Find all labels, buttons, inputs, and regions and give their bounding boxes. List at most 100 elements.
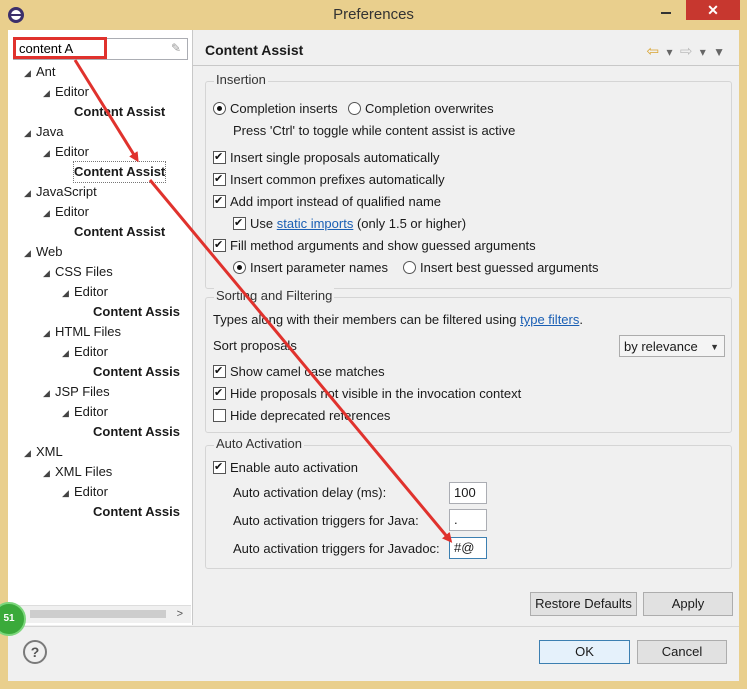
radio-selected-icon xyxy=(233,261,246,274)
scroll-right-icon[interactable]: > xyxy=(177,608,183,620)
expand-toggle-icon[interactable]: ◢ xyxy=(43,383,55,403)
view-menu-icon[interactable]: ▼ xyxy=(713,45,725,59)
add-import-label: Add import instead of qualified name xyxy=(230,194,442,209)
tree-item[interactable]: ◢ XML xyxy=(24,442,63,462)
insert-best-guessed-radio[interactable]: Insert best guessed arguments xyxy=(403,258,599,278)
tree-item-label: Editor xyxy=(74,344,108,359)
forward-arrow-icon[interactable]: ⇨ xyxy=(680,42,693,60)
tree-item[interactable]: Content Assis xyxy=(93,422,180,442)
type-filters-link[interactable]: type filters xyxy=(520,312,579,327)
close-button[interactable]: ✕ xyxy=(686,0,740,20)
tree-item-label: Editor xyxy=(74,484,108,499)
tree-item[interactable]: ◢ JSP Files xyxy=(43,382,110,402)
ok-button[interactable]: OK xyxy=(539,640,630,664)
expand-toggle-icon[interactable]: ◢ xyxy=(24,63,36,83)
tree-item[interactable]: ◢ HTML Files xyxy=(43,322,121,342)
enable-auto-activation-checkbox[interactable]: Enable auto activation xyxy=(213,457,358,478)
expand-toggle-icon[interactable]: ◢ xyxy=(62,343,74,363)
tree-item[interactable]: ◢ Editor xyxy=(43,82,89,102)
radio-selected-icon xyxy=(213,102,226,115)
expand-toggle-icon[interactable]: ◢ xyxy=(43,463,55,483)
expand-toggle-icon[interactable]: ◢ xyxy=(43,323,55,343)
tree-item[interactable]: Content Assis xyxy=(93,362,180,382)
javadoc-triggers-input[interactable]: #@ xyxy=(449,537,487,559)
insertion-group-title: Insertion xyxy=(214,72,268,87)
java-triggers-input[interactable]: . xyxy=(449,509,487,531)
tree-item-label: JavaScript xyxy=(36,184,97,199)
common-prefixes-checkbox[interactable]: Insert common prefixes automatically xyxy=(213,169,445,190)
tree-item[interactable]: ◢ Editor xyxy=(62,342,108,362)
tree-item[interactable]: ◢ JavaScript xyxy=(24,182,97,202)
java-triggers-label: Auto activation triggers for Java: xyxy=(233,513,419,528)
forward-dropdown-icon[interactable]: ▾ xyxy=(700,45,706,59)
tree-item[interactable]: Content Assist xyxy=(72,161,167,183)
camel-case-checkbox[interactable]: Show camel case matches xyxy=(213,361,385,382)
tree-item[interactable]: Content Assist xyxy=(74,102,165,122)
checkbox-checked-icon xyxy=(233,213,246,233)
horizontal-scrollbar[interactable]: < > xyxy=(8,605,191,623)
tree-item[interactable]: Content Assis xyxy=(93,502,180,522)
expand-toggle-icon[interactable]: ◢ xyxy=(43,143,55,163)
javadoc-triggers-label: Auto activation triggers for Javadoc: xyxy=(233,541,440,556)
back-dropdown-icon[interactable]: ▾ xyxy=(666,45,672,59)
tree-item-label: Content Assis xyxy=(93,304,180,319)
tree-item[interactable]: Content Assis xyxy=(93,302,180,322)
tree-item[interactable]: ◢ XML Files xyxy=(43,462,112,482)
sorting-filtering-group: Sorting and Filtering Types along with t… xyxy=(205,288,732,433)
expand-toggle-icon[interactable]: ◢ xyxy=(62,403,74,423)
static-imports-checkbox[interactable]: Use static imports (only 1.5 or higher) xyxy=(233,213,466,234)
eraser-icon[interactable]: ✎ xyxy=(171,42,183,54)
tree-item-label: JSP Files xyxy=(55,384,110,399)
insert-parameter-names-label: Insert parameter names xyxy=(250,260,389,275)
sort-proposals-select[interactable]: by relevance ▼ xyxy=(619,335,725,357)
tree-item[interactable]: ◢ Java xyxy=(24,122,63,142)
expand-toggle-icon[interactable]: ◢ xyxy=(24,443,36,463)
fill-arguments-checkbox[interactable]: Fill method arguments and show guessed a… xyxy=(213,235,536,256)
add-import-checkbox[interactable]: Add import instead of qualified name xyxy=(213,191,442,212)
tree-item[interactable]: ◢ Editor xyxy=(62,282,108,302)
expand-toggle-icon[interactable]: ◢ xyxy=(43,203,55,223)
sorting-group-title: Sorting and Filtering xyxy=(214,288,335,303)
footer-divider xyxy=(8,626,739,627)
tree-item[interactable]: ◢ Web xyxy=(24,242,63,262)
back-arrow-icon[interactable]: ⇦ xyxy=(647,42,660,60)
header-divider xyxy=(193,65,739,66)
completion-overwrites-radio[interactable]: Completion overwrites xyxy=(348,99,494,119)
hide-not-visible-checkbox[interactable]: Hide proposals not visible in the invoca… xyxy=(213,383,521,404)
tree-item[interactable]: ◢ Editor xyxy=(43,202,89,222)
common-prefixes-label: Insert common prefixes automatically xyxy=(230,172,445,187)
enable-auto-activation-label: Enable auto activation xyxy=(230,460,358,475)
expand-toggle-icon[interactable]: ◢ xyxy=(62,483,74,503)
completion-inserts-radio[interactable]: Completion inserts xyxy=(213,99,338,119)
delay-input[interactable]: 100 xyxy=(449,482,487,504)
expand-toggle-icon[interactable]: ◢ xyxy=(24,123,36,143)
expand-toggle-icon[interactable]: ◢ xyxy=(43,83,55,103)
page-title: Content Assist xyxy=(205,42,304,58)
insert-parameter-names-radio[interactable]: Insert parameter names xyxy=(233,258,388,278)
tree-item[interactable]: ◢ CSS Files xyxy=(43,262,113,282)
hide-deprecated-checkbox[interactable]: Hide deprecated references xyxy=(213,406,390,426)
expand-toggle-icon[interactable]: ◢ xyxy=(24,183,36,203)
use-label: Use xyxy=(250,216,274,231)
help-icon[interactable]: ? xyxy=(23,640,47,664)
tree-item[interactable]: ◢ Editor xyxy=(62,482,108,502)
apply-button[interactable]: Apply xyxy=(643,592,733,616)
expand-toggle-icon[interactable]: ◢ xyxy=(24,243,36,263)
auto-activation-group-title: Auto Activation xyxy=(214,436,304,451)
static-imports-link[interactable]: static imports xyxy=(277,216,354,231)
tree-item[interactable]: ◢ Editor xyxy=(62,402,108,422)
toggle-hint: Press 'Ctrl' to toggle while content ass… xyxy=(233,123,516,138)
expand-toggle-icon[interactable]: ◢ xyxy=(62,283,74,303)
single-proposals-checkbox[interactable]: Insert single proposals automatically xyxy=(213,147,440,168)
hide-deprecated-label: Hide deprecated references xyxy=(230,408,391,423)
title-bar: Preferences ✕ xyxy=(0,0,747,30)
expand-toggle-icon[interactable]: ◢ xyxy=(43,263,55,283)
tree-item-label: Web xyxy=(36,244,63,259)
scroll-thumb[interactable] xyxy=(30,610,166,618)
tree-item[interactable]: Content Assist xyxy=(74,222,165,242)
restore-defaults-button[interactable]: Restore Defaults xyxy=(530,592,637,616)
cancel-button[interactable]: Cancel xyxy=(637,640,727,664)
tree-item[interactable]: ◢ Editor xyxy=(43,142,89,162)
tree-item[interactable]: ◢ Ant xyxy=(24,62,56,82)
minimize-button[interactable] xyxy=(652,0,680,20)
